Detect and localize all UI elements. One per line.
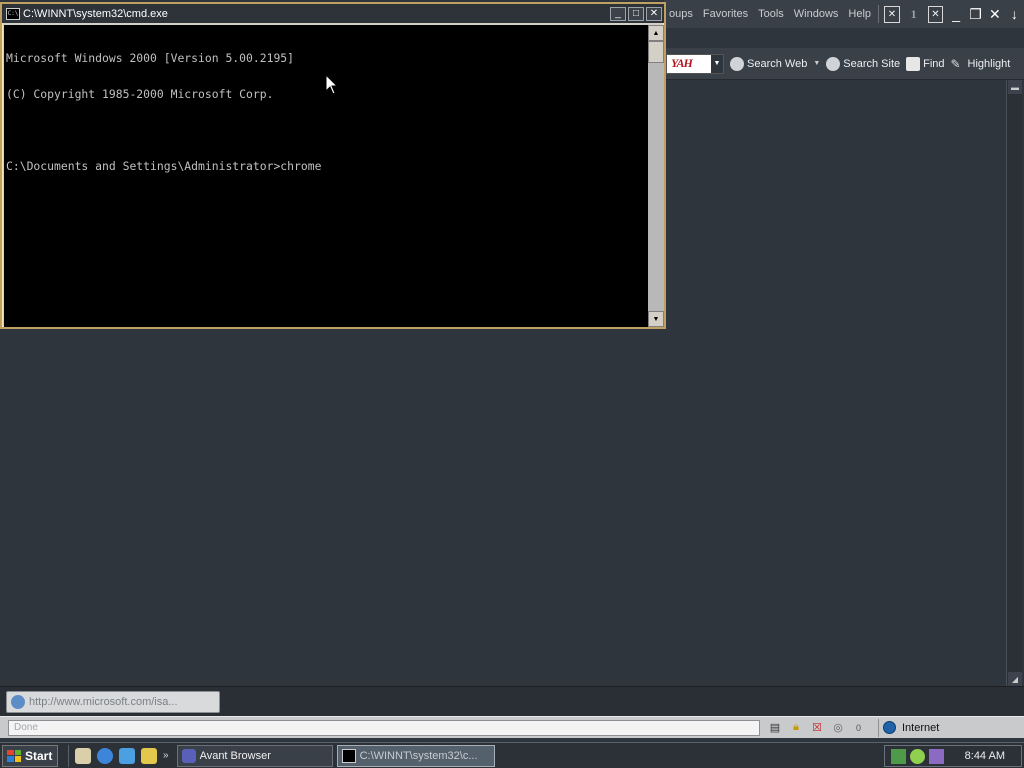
search-web-icon xyxy=(730,56,744,71)
printer-icon[interactable]: ▤ xyxy=(766,720,784,736)
minimize-icon[interactable]: _ xyxy=(946,4,965,24)
maximize-button[interactable]: □ xyxy=(628,6,644,21)
globe-icon xyxy=(883,721,896,734)
console-icon xyxy=(341,748,356,763)
gear-icon[interactable] xyxy=(910,748,925,764)
number-one-icon[interactable]: 1 xyxy=(906,6,922,23)
menu-tools[interactable]: Tools xyxy=(753,0,789,28)
task-cmd[interactable]: C:\WINNT\system32\c... xyxy=(336,744,495,767)
console-line: Microsoft Windows 2000 [Version 5.00.219… xyxy=(6,51,295,65)
restore-icon[interactable]: ❐ xyxy=(966,4,985,24)
menu-favorites[interactable]: Favorites xyxy=(698,0,753,28)
find-label: Find xyxy=(923,57,945,70)
flash-filter-icon[interactable]: ◎ xyxy=(829,720,847,736)
zone-label: Internet xyxy=(902,721,940,734)
browser-menubar: oups Favorites Tools Windows Help ✕ 1 ✕ … xyxy=(664,0,1024,28)
network-icon[interactable] xyxy=(891,748,906,764)
avant-tray-icon[interactable] xyxy=(929,748,944,764)
search-site-button[interactable]: Search Site xyxy=(826,56,901,71)
menu-windows[interactable]: Windows xyxy=(789,0,844,28)
mouse-pointer-icon xyxy=(325,74,339,95)
page-tab[interactable]: http://www.microsoft.com/isa... xyxy=(6,690,220,713)
ie-page-icon xyxy=(11,694,25,709)
internet-explorer-icon[interactable] xyxy=(97,747,113,764)
cmd-titlebar[interactable]: C:\ C:\WINNT\system32\cmd.exe _ □ ✕ xyxy=(2,4,664,23)
avant-browser-icon xyxy=(181,748,196,763)
taskbar: Start » Avant Browser C:\WINNT\system32\… xyxy=(0,742,1024,768)
start-label: Start xyxy=(25,748,53,763)
scroll-up-icon[interactable]: ▬ xyxy=(1008,80,1022,94)
search-site-label: Search Site xyxy=(843,57,901,70)
highlighter-icon: ✎ xyxy=(950,56,961,71)
page-tab-strip: http://www.microsoft.com/isa... xyxy=(0,686,1024,716)
yahoo-logo: YAH xyxy=(671,56,693,70)
status-text: Done xyxy=(8,719,760,736)
find-button[interactable]: Find xyxy=(906,56,945,71)
console-prompt-line: C:\Documents and Settings\Administrator>… xyxy=(6,159,322,173)
status-icons: ▤ 🔒︎ ☒ ◎ 0 xyxy=(766,720,874,736)
explorer-icon[interactable] xyxy=(141,747,157,764)
outlook-express-icon[interactable] xyxy=(119,747,135,764)
browser-statusbar: Done ▤ 🔒︎ ☒ ◎ 0 Internet xyxy=(0,716,1024,738)
cmd-window[interactable]: C:\ C:\WINNT\system32\cmd.exe _ □ ✕ Micr… xyxy=(0,2,666,329)
page-tab-url: http://www.microsoft.com/isa... xyxy=(29,695,178,708)
windows-logo-icon xyxy=(7,749,21,762)
close-tab-icon[interactable]: ✕ xyxy=(927,5,944,23)
search-toolbar: YAH ▼ Search Web ▼ Search Site Find ✎ Hi… xyxy=(664,48,1024,80)
console-icon: C:\ xyxy=(6,7,20,20)
cmd-scrollbar[interactable]: ▲ ▼ xyxy=(648,25,664,327)
minimize-button[interactable]: _ xyxy=(610,6,626,21)
clock[interactable]: 8:44 AM xyxy=(965,750,1005,762)
browser-scrollbar[interactable]: ▬ ◢ xyxy=(1006,80,1022,686)
task-avant-browser[interactable]: Avant Browser xyxy=(176,744,333,767)
search-engine-select[interactable]: YAH ▼ xyxy=(666,53,724,74)
scroll-down-icon[interactable]: ▼ xyxy=(648,311,664,327)
find-icon xyxy=(906,56,921,71)
system-tray: 8:44 AM xyxy=(884,745,1022,767)
menubar-divider xyxy=(878,5,879,23)
console-output[interactable]: Microsoft Windows 2000 [Version 5.00.219… xyxy=(4,25,648,327)
task-label: Avant Browser xyxy=(199,749,271,762)
close-all-icon[interactable]: ✕ xyxy=(883,5,900,23)
scroll-thumb[interactable] xyxy=(648,41,664,63)
scroll-down-icon[interactable]: ◢ xyxy=(1008,672,1022,686)
search-web-button[interactable]: Search Web ▼ xyxy=(730,56,820,71)
chevron-down-icon[interactable]: ▼ xyxy=(711,54,723,73)
highlight-button[interactable]: ✎ Highlight xyxy=(951,57,1011,71)
close-icon[interactable]: ✕ xyxy=(985,4,1004,24)
search-site-icon xyxy=(826,56,841,71)
popup-count: 0 xyxy=(856,722,862,733)
popup-blocker-icon[interactable]: ☒ xyxy=(808,720,826,736)
cmd-title: C:\WINNT\system32\cmd.exe xyxy=(23,7,168,20)
search-web-label: Search Web xyxy=(747,57,808,70)
chevron-right-icon[interactable]: » xyxy=(163,750,169,761)
menu-help[interactable]: Help xyxy=(843,0,876,28)
close-button[interactable]: ✕ xyxy=(646,6,662,21)
highlight-label: Highlight xyxy=(967,57,1011,70)
lock-icon[interactable]: 🔒︎ xyxy=(787,720,805,736)
show-desktop-icon[interactable] xyxy=(75,747,91,764)
task-label: C:\WINNT\system32\c... xyxy=(359,749,478,762)
quick-launch: » xyxy=(68,744,173,767)
chevron-down-icon[interactable]: ▼ xyxy=(813,60,820,67)
menu-groups[interactable]: oups xyxy=(664,0,698,28)
start-button[interactable]: Start xyxy=(2,744,58,767)
security-zone: Internet xyxy=(878,718,940,737)
scroll-up-icon[interactable]: ▲ xyxy=(648,25,664,41)
arrow-down-icon[interactable]: ↓ xyxy=(1005,4,1024,24)
